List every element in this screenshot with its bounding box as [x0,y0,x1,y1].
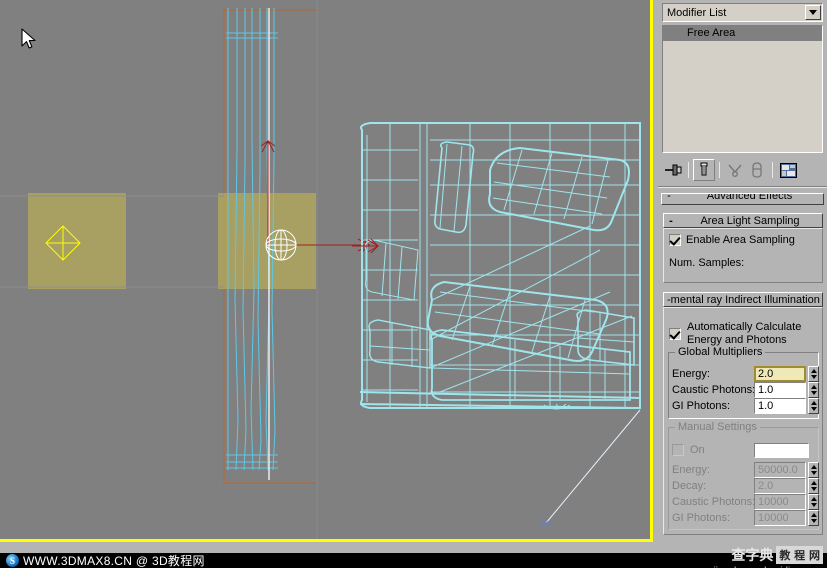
checkbox-icon[interactable] [672,444,684,456]
command-panel: Modifier List Free Area - Advanced Effec… [653,0,827,542]
manual-on-checkbox-row[interactable]: On [672,444,705,456]
watermark-brand-b: 教 程 网 [776,546,823,564]
modifier-stack-entry-label: Free Area [687,27,736,39]
caustic-photons-field[interactable]: 1.0 [754,382,806,398]
manual-energy-label-row: Energy: [672,464,710,476]
manual-decay-spinner: 2.0 [754,478,819,494]
remove-modifier-icon[interactable] [746,159,768,181]
watermark-right: 查字典 教 程 网 jiaocheng.chazidian.com [713,545,823,568]
modifier-list-label: Modifier List [667,6,727,19]
viewport-scene [0,0,641,542]
chevron-down-icon[interactable] [805,5,821,20]
panel-divider [658,186,827,188]
make-unique-icon[interactable] [724,159,746,181]
caustic-photons-label: Caustic Photons: [672,384,756,396]
rollout-header-mental-ray-indirect-illumination[interactable]: -mental ray Indirect Illumination [663,292,823,307]
manual-decay-label-row: Decay: [672,480,706,492]
gi-photons-label: GI Photons: [672,400,731,412]
modifier-stack-entry[interactable]: Free Area [663,26,822,41]
watermark-bar: S WWW.3DMAX8.CN @ 3D教程网 查字典 教 程 网 jiaoch… [0,546,827,568]
watermark-left: S WWW.3DMAX8.CN @ 3D教程网 [6,553,205,568]
manual-settings-caption: Manual Settings [675,421,760,433]
spinner-arrows-icon[interactable] [808,382,819,398]
spinner-arrows-icon [808,510,819,526]
gi-photons-spinner[interactable]: 1.0 [754,398,819,414]
manual-decay-field: 2.0 [754,478,806,494]
modifier-stack-toolbar [662,157,823,183]
watermark-left-text: WWW.3DMAX8.CN @ 3D教程网 [23,554,205,568]
manual-caustic-photons-spinner: 10000 [754,494,819,510]
checkbox-icon[interactable] [669,234,681,246]
clipped-rollout-header[interactable]: - Advanced Effects [661,193,824,205]
manual-color-swatch[interactable] [754,443,809,458]
gi-photons-field[interactable]: 1.0 [754,398,806,414]
checkbox-icon[interactable] [669,328,681,340]
energy-field[interactable]: 2.0 [754,366,806,382]
energy-label-row: Energy: [672,368,710,380]
auto-calculate-label-line2: Energy and Photons [687,334,787,346]
manual-energy-spinner: 50000.0 [754,462,819,478]
spinner-arrows-icon[interactable] [808,366,819,382]
manual-energy-field: 50000.0 [754,462,806,478]
auto-calculate-label-line1: Automatically Calculate [687,321,802,333]
manual-gi-photons-spinner: 10000 [754,510,819,526]
manual-decay-label: Decay: [672,480,707,492]
manual-energy-label: Energy: [672,464,710,476]
rollout-title: -mental ray Indirect Illumination [664,294,822,306]
pin-stack-icon[interactable] [662,159,684,181]
spinner-arrows-icon [808,478,819,494]
manual-gi-photons-label-row: GI Photons: [672,512,730,524]
spinner-arrows-icon[interactable] [808,398,819,414]
omni-light-gizmo [265,229,297,261]
manual-caustic-photons-label: Caustic Photons: [672,496,756,508]
manual-caustic-photons-field: 10000 [754,494,806,510]
site-logo-icon: S [6,554,19,567]
light-ray-line [545,409,641,524]
energy-spinner[interactable]: 2.0 [754,366,819,382]
energy-label: Energy: [672,368,710,380]
num-samples-row: Num. Samples: [669,257,744,269]
rollout-title: Area Light Sampling [700,214,800,227]
enable-area-sampling-checkbox-row[interactable]: Enable Area Sampling [669,234,795,246]
spinner-arrows-icon [808,494,819,510]
modifier-list-combo[interactable]: Modifier List [662,3,823,22]
spinner-arrows-icon [808,462,819,478]
rollout-header-area-light-sampling[interactable]: - Area Light Sampling [663,213,823,228]
rollout-minus-icon: - [669,214,673,227]
manual-gi-photons-label: GI Photons: [672,512,731,524]
rollout-title-text: mental ray Indirect Illumination [670,293,820,306]
auto-calculate-checkbox-row[interactable]: Automatically Calculate Energy and Photo… [669,322,801,346]
chair-wireframe [359,122,641,410]
manual-gi-photons-field: 10000 [754,510,806,526]
clipped-rollout-minus: - [667,193,671,202]
area-light-rect-left [28,193,126,289]
gi-photons-label-row: GI Photons: [672,400,730,412]
caustic-photons-label-row: Caustic Photons: [672,384,755,396]
viewport[interactable] [0,0,653,542]
clipped-rollout-title: Advanced Effects [706,193,793,202]
num-samples-label: Num. Samples: [669,257,745,269]
watermark-brand-a: 查字典 [731,548,774,564]
caustic-photons-spinner[interactable]: 1.0 [754,382,819,398]
show-end-result-icon[interactable] [693,159,715,181]
configure-modifier-sets-icon[interactable] [777,159,799,181]
light-ray-endpoint [539,518,553,528]
enable-area-sampling-label: Enable Area Sampling [686,234,795,246]
global-multipliers-caption: Global Multipliers [675,346,766,358]
mouse-cursor [21,28,36,49]
manual-on-label: On [690,444,705,456]
3dsmax-window: Modifier List Free Area - Advanced Effec… [0,0,827,568]
manual-caustic-photons-label-row: Caustic Photons: [672,496,755,508]
modifier-stack-list[interactable]: Free Area [662,25,823,153]
